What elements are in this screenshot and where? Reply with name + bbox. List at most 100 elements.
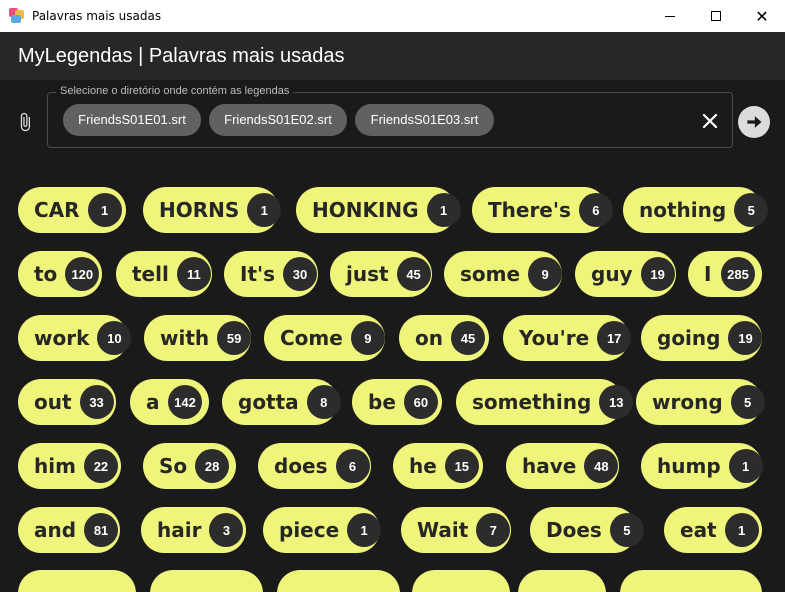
- file-chip[interactable]: FriendsS01E03.srt: [355, 104, 494, 136]
- word-label: out: [34, 390, 72, 414]
- word-label: a: [146, 390, 160, 414]
- word-count-badge: 1: [724, 513, 759, 547]
- word-label: CAR: [34, 198, 80, 222]
- word-chip[interactable]: CAR 1: [18, 187, 126, 233]
- word-chip[interactable]: to 120: [18, 251, 102, 297]
- word-count-badge: 17: [597, 321, 632, 355]
- word-chip[interactable]: tell 11: [116, 251, 212, 297]
- window-title: Palavras mais usadas: [32, 9, 162, 23]
- word-label: HONKING: [312, 198, 419, 222]
- word-label: on: [415, 326, 443, 350]
- app-header: MyLegendas | Palavras mais usadas: [0, 32, 785, 80]
- word-chip[interactable]: I 285: [688, 251, 762, 297]
- word-label: some: [460, 262, 521, 286]
- file-chip[interactable]: FriendsS01E02.srt: [209, 104, 347, 136]
- word-chip[interactable]: going 19: [641, 315, 763, 361]
- word-count-badge: 28: [195, 449, 230, 483]
- word-chip[interactable]: hair 3: [141, 507, 246, 553]
- word-chip[interactable]: with 59: [144, 315, 252, 361]
- word-chip[interactable]: Wait 7: [401, 507, 511, 553]
- word-chip[interactable]: him 22: [18, 443, 121, 489]
- word-count-badge: 48: [584, 449, 619, 483]
- word-chip[interactable]: HORNS 1: [143, 187, 282, 233]
- word-chip[interactable]: guy 19: [575, 251, 676, 297]
- word-chip[interactable]: and 81: [18, 507, 120, 553]
- word-count-badge: 33: [79, 385, 114, 419]
- word-label: going: [657, 326, 721, 350]
- window-close-button[interactable]: ✕: [739, 0, 785, 32]
- word-chip[interactable]: piece 1: [263, 507, 382, 553]
- word-count-badge: 9: [528, 257, 563, 291]
- word-chip[interactable]: he 15: [393, 443, 483, 489]
- word-count-badge: 81: [84, 513, 119, 547]
- word-label: nothing: [639, 198, 727, 222]
- word-chip[interactable]: nothing 5: [623, 187, 769, 233]
- word-chip[interactable]: [277, 570, 400, 592]
- maximize-button[interactable]: [693, 0, 739, 32]
- word-count-badge: 5: [730, 385, 765, 419]
- word-label: It's: [240, 262, 276, 286]
- word-chip[interactable]: [18, 570, 136, 592]
- app-logo-icon: [9, 8, 25, 24]
- word-chip[interactable]: out 33: [18, 379, 116, 425]
- word-count-badge: 8: [306, 385, 341, 419]
- word-count-badge: 30: [283, 257, 318, 291]
- word-label: Wait: [417, 518, 469, 542]
- word-chip[interactable]: It's 30: [224, 251, 318, 297]
- word-count-badge: 60: [403, 385, 438, 419]
- word-chip[interactable]: something 13: [456, 379, 634, 425]
- word-chip[interactable]: have 48: [506, 443, 619, 489]
- word-chip[interactable]: Does 5: [530, 507, 644, 553]
- word-count-badge: 6: [335, 449, 370, 483]
- word-label: with: [160, 326, 210, 350]
- word-label: be: [368, 390, 396, 414]
- word-count-badge: 19: [640, 257, 675, 291]
- word-label: to: [34, 262, 58, 286]
- word-chip[interactable]: [412, 570, 510, 592]
- word-count-badge: 120: [65, 257, 100, 291]
- word-chip[interactable]: HONKING 1: [296, 187, 461, 233]
- word-chip[interactable]: does 6: [258, 443, 371, 489]
- word-chip[interactable]: There's 6: [472, 187, 613, 233]
- word-label: have: [522, 454, 577, 478]
- word-chip[interactable]: some 9: [444, 251, 563, 297]
- word-chip[interactable]: a 142: [130, 379, 209, 425]
- word-label: Does: [546, 518, 602, 542]
- word-chip[interactable]: So 28: [143, 443, 236, 489]
- word-chip[interactable]: Come 9: [264, 315, 385, 361]
- word-chip[interactable]: be 60: [352, 379, 442, 425]
- submit-button[interactable]: [738, 106, 770, 138]
- directory-input[interactable]: Selecione o diretório onde contém as leg…: [47, 85, 733, 148]
- word-label: him: [34, 454, 76, 478]
- word-count-badge: 59: [217, 321, 252, 355]
- word-label: I: [704, 262, 712, 286]
- word-chip[interactable]: on 45: [399, 315, 489, 361]
- close-icon[interactable]: [698, 109, 722, 133]
- word-count-badge: 7: [476, 513, 511, 547]
- word-chip[interactable]: hump 1: [641, 443, 763, 489]
- word-count-badge: 15: [444, 449, 479, 483]
- word-chip[interactable]: work 10: [18, 315, 132, 361]
- word-chip[interactable]: [150, 570, 263, 592]
- word-chip[interactable]: eat 1: [664, 507, 762, 553]
- word-chip[interactable]: [620, 570, 762, 592]
- paperclip-icon[interactable]: [15, 110, 35, 134]
- word-count-badge: 142: [168, 385, 202, 419]
- word-chip[interactable]: [518, 570, 606, 592]
- word-chip[interactable]: just 45: [330, 251, 432, 297]
- word-count-badge: 22: [83, 449, 118, 483]
- word-label: does: [274, 454, 328, 478]
- word-count-badge: 10: [97, 321, 132, 355]
- word-label: eat: [680, 518, 717, 542]
- word-chip[interactable]: wrong 5: [636, 379, 765, 425]
- file-chip[interactable]: FriendsS01E01.srt: [63, 104, 201, 136]
- word-count-badge: 45: [450, 321, 485, 355]
- word-chip[interactable]: You're 17: [503, 315, 632, 361]
- word-label: work: [34, 326, 90, 350]
- word-count-badge: 5: [734, 193, 769, 227]
- word-label: and: [34, 518, 77, 542]
- minimize-button[interactable]: [647, 0, 693, 32]
- word-label: tell: [132, 262, 169, 286]
- word-chip[interactable]: gotta 8: [222, 379, 341, 425]
- maximize-icon: [711, 11, 721, 21]
